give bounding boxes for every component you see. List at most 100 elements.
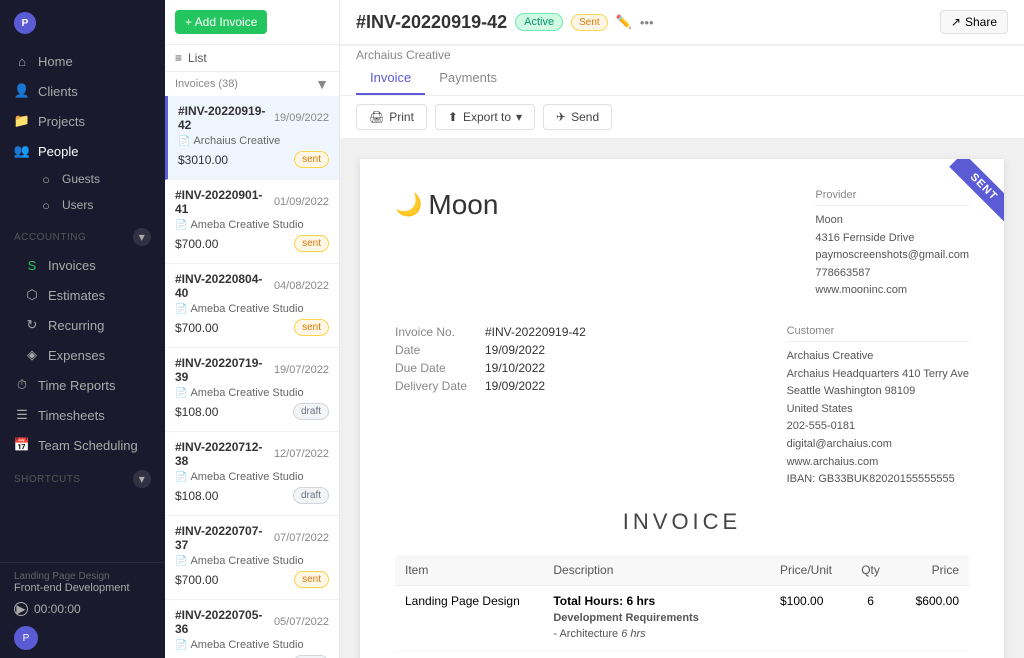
timer-display[interactable]: ▶ 00:00:00 [14,596,151,622]
user-avatar[interactable]: P [14,626,38,650]
print-label: Print [389,110,414,124]
sidebar-label-team-scheduling: Team Scheduling [38,438,138,453]
print-icon: 🖨 [369,110,384,124]
add-invoice-button[interactable]: + Add Invoice [175,10,267,34]
sidebar-item-guests[interactable]: ○ Guests [28,166,165,192]
sidebar-item-recurring[interactable]: ↻ Recurring [0,310,165,340]
active-badge: Active [515,13,563,31]
sidebar-item-clients[interactable]: 👤 Clients [0,76,165,106]
customer-website: www.archaius.com [787,454,969,472]
sidebar-item-people[interactable]: 👥 People [0,136,165,166]
time-reports-icon: ⏱ [14,377,30,393]
sidebar-item-home[interactable]: ⌂ Home [0,46,165,76]
sidebar-item-time-reports[interactable]: ⏱ Time Reports [0,370,165,400]
invoice-list-panel: + Add Invoice ≡ List Invoices (38) ▼ #IN… [165,0,340,658]
accounting-collapse-btn[interactable]: ▾ [133,228,151,246]
sent-ribbon-text: SENT [949,159,1004,221]
inv-date: 19/09/2022 [274,112,329,124]
send-button[interactable]: ✈ Send [543,104,612,130]
customer-address1: Archaius Headquarters 410 Terry Ave [787,366,969,384]
meta-delivery: Delivery Date 19/09/2022 [395,379,586,393]
list-view-label[interactable]: List [188,51,207,65]
timesheets-icon: ☰ [14,407,30,423]
inv-amount: $700.00 [175,321,218,335]
home-icon: ⌂ [14,53,30,69]
invoice-tabs: Invoice Payments [340,62,1024,96]
row2-price-unit: $50.00 [770,651,849,658]
current-task-name: Front-end Development [14,582,151,594]
tab-invoice[interactable]: Invoice [356,62,425,95]
invoice-item[interactable]: #INV-20220919-42 19/09/2022 📄 Archaius C… [165,96,339,180]
export-button[interactable]: ⬆ Export to ▾ [435,104,535,130]
invoice-item[interactable]: #INV-20220712-38 12/07/2022 📄 Ameba Crea… [165,432,339,516]
sidebar-label-estimates: Estimates [48,288,105,303]
invoice-item[interactable]: #INV-20220719-39 19/07/2022 📄 Ameba Crea… [165,348,339,432]
inv-amount: $108.00 [175,489,218,503]
invoice-item[interactable]: #INV-20220804-40 04/08/2022 📄 Ameba Crea… [165,264,339,348]
sidebar-item-expenses[interactable]: ◈ Expenses [0,340,165,370]
invoices-icon: S [24,257,40,273]
row2-item: Landing Page Design [395,651,543,658]
col-description: Description [543,555,770,586]
inv-date: 12/07/2022 [274,448,329,460]
sidebar-item-timesheets[interactable]: ☰ Timesheets [0,400,165,430]
more-icon[interactable]: ••• [640,15,654,30]
app-logo: P [14,12,36,34]
send-label: Send [571,110,599,124]
logo-text: Moon [428,189,498,221]
people-submenu: ○ Guests ○ Users [0,166,165,218]
col-price-unit: Price/Unit [770,555,849,586]
inv-client: 📄 Ameba Creative Studio [175,303,329,315]
customer-country: United States [787,401,969,419]
row2-desc: Total Hours: 30 hrs Execution - Front-en… [543,651,770,658]
customer-iban: IBAN: GB33BUK82020155555555 [787,471,969,489]
shortcuts-collapse-btn[interactable]: ▾ [133,470,151,488]
people-icon: 👥 [14,143,30,159]
edit-icon[interactable]: ✏️ [616,14,632,30]
inv-client: 📄 Ameba Creative Studio [175,387,329,399]
invoice-count: Invoices (38) [175,78,238,90]
doc-icon: 📄 [175,556,187,567]
invoice-table: Item Description Price/Unit Qty Price La… [395,555,969,658]
sidebar-item-team-scheduling[interactable]: 📅 Team Scheduling [0,430,165,460]
doc-header: 🌙 Moon Provider Moon 4316 Fernside Drive… [395,189,969,300]
sidebar-item-projects[interactable]: 📁 Projects [0,106,165,136]
guests-icon: ○ [38,171,54,187]
list-count-row: Invoices (38) ▼ [165,72,339,96]
status-badge: sent [294,235,329,252]
inv-client: 📄 Ameba Creative Studio [175,219,329,231]
sidebar-item-estimates[interactable]: ⬡ Estimates [0,280,165,310]
sidebar-bottom: Landing Page Design Front-end Developmen… [0,562,165,658]
row1-price: $600.00 [892,585,969,651]
list-header: + Add Invoice [165,0,339,45]
moon-logo: 🌙 Moon [395,189,498,221]
sidebar-nav: ⌂ Home 👤 Clients 📁 Projects 👥 People ○ G… [0,46,165,562]
invoice-item[interactable]: #INV-20220707-37 07/07/2022 📄 Ameba Crea… [165,516,339,600]
invoice-item[interactable]: #INV-20220705-36 05/07/2022 📄 Ameba Crea… [165,600,339,658]
tab-payments[interactable]: Payments [425,62,511,95]
sidebar-item-invoices[interactable]: S Invoices [0,250,165,280]
main-header: #INV-20220919-42 Active Sent ✏️ ••• ↗ Sh… [340,0,1024,45]
team-scheduling-icon: 📅 [14,437,30,453]
customer-address2: Seattle Washington 98109 [787,383,969,401]
invoice-document: SENT 🌙 Moon Provider Moon 4316 Fernside … [360,159,1004,658]
invoice-item[interactable]: #INV-20220901-41 01/09/2022 📄 Ameba Crea… [165,180,339,264]
table-row: Landing Page Design Total Hours: 30 hrs … [395,651,969,658]
sidebar-item-users[interactable]: ○ Users [28,192,165,218]
timer-icon: ▶ [14,602,28,616]
sent-ribbon: SENT [924,159,1004,239]
row1-item: Landing Page Design [395,585,543,651]
doc-icon: 📄 [175,640,187,651]
meta-invoice-no: Invoice No. #INV-20220919-42 [395,325,586,339]
inv-amount: $108.00 [175,405,218,419]
timer-value: 00:00:00 [34,602,81,616]
provider-email: paymoscreenshots@gmail.com [815,247,969,265]
col-price: Price [892,555,969,586]
header-right: ↗ Share [940,10,1008,34]
share-button[interactable]: ↗ Share [940,10,1008,34]
sidebar-label-guests: Guests [62,172,100,186]
list-toolbar: ≡ List [165,45,339,72]
print-button[interactable]: 🖨 Print [356,104,427,130]
table-row: Landing Page Design Total Hours: 6 hrs D… [395,585,969,651]
filter-icon[interactable]: ▼ [315,76,329,92]
